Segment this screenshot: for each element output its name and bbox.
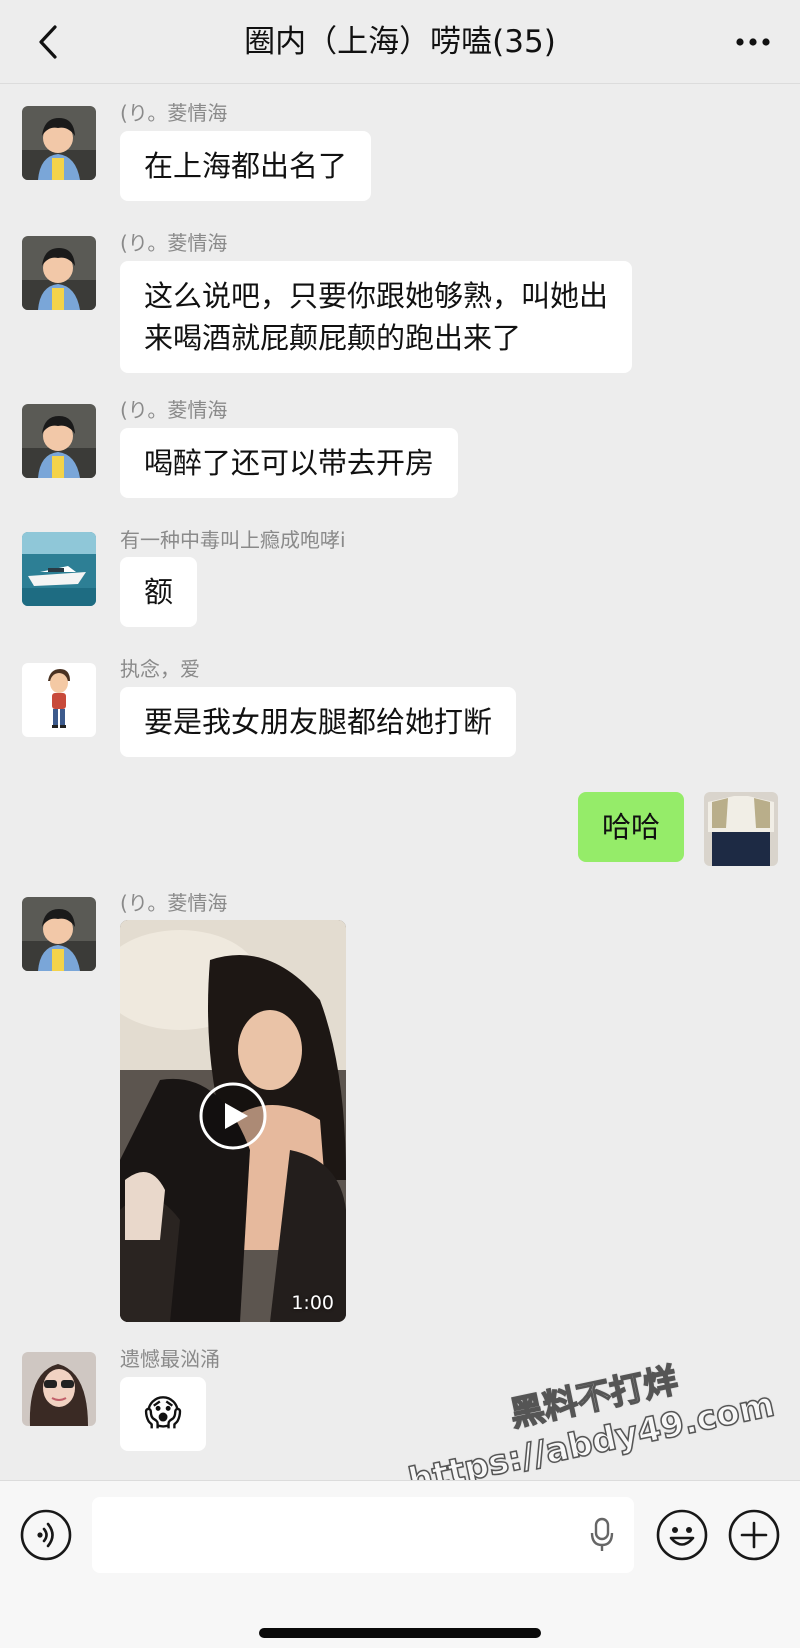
sender-name: 遗憾最汹涌 bbox=[120, 1347, 220, 1371]
avatar-boy[interactable] bbox=[22, 897, 96, 971]
message-bubble[interactable]: 喝醉了还可以带去开房 bbox=[120, 428, 459, 498]
avatar-cartoon[interactable] bbox=[22, 663, 96, 737]
home-indicator bbox=[259, 1628, 541, 1638]
avatar-boy[interactable] bbox=[22, 236, 96, 310]
avatar-yacht[interactable] bbox=[22, 532, 96, 606]
voice-button[interactable] bbox=[20, 1509, 72, 1561]
message-bubble[interactable]: 这么说吧，只要你跟她够熟，叫她出 来喝酒就屁颠屁颠的跑出来了 bbox=[120, 261, 633, 373]
avatar-boy[interactable] bbox=[22, 404, 96, 478]
sender-name: 有一种中毒叫上瘾成咆哮i bbox=[120, 528, 346, 552]
message-bubble[interactable]: 在上海都出名了 bbox=[120, 131, 372, 201]
sender-name: (り。菱情海 bbox=[120, 101, 228, 125]
message-bubble-self[interactable]: 哈哈 bbox=[578, 792, 685, 862]
plus-button[interactable] bbox=[728, 1509, 780, 1561]
video-duration: 1:00 bbox=[291, 1292, 334, 1314]
emoji-button[interactable] bbox=[656, 1509, 708, 1561]
voice-icon bbox=[20, 1509, 72, 1561]
message-bubble[interactable]: 要是我女朋友腿都给她打断 bbox=[120, 687, 517, 757]
sender-name: 执念，爱 bbox=[120, 657, 200, 681]
emoji-scream: 😱 bbox=[144, 1393, 182, 1434]
more-button[interactable] bbox=[730, 22, 776, 62]
sender-name: (り。菱情海 bbox=[120, 231, 228, 255]
play-icon[interactable] bbox=[198, 1081, 268, 1151]
plus-icon bbox=[728, 1509, 780, 1561]
avatar-self[interactable] bbox=[704, 792, 778, 866]
message-line: 这么说吧，只要你跟她够熟，叫她出 bbox=[144, 279, 609, 313]
avatar-girl[interactable] bbox=[22, 1352, 96, 1426]
chat-title: 圈内（上海）唠嗑(35) bbox=[244, 24, 556, 60]
message-bubble[interactable]: 😱 bbox=[120, 1377, 206, 1451]
message-line: 来喝酒就屁颠屁颠的跑出来了 bbox=[144, 321, 522, 355]
message-bubble[interactable]: 额 bbox=[120, 557, 198, 627]
avatar-boy[interactable] bbox=[22, 106, 96, 180]
sender-name: (り。菱情海 bbox=[120, 891, 228, 915]
emoji-icon bbox=[656, 1509, 708, 1561]
chat-header: 圈内（上海）唠嗑(35) bbox=[0, 0, 800, 84]
video-message[interactable]: 1:00 bbox=[120, 920, 346, 1322]
mic-icon[interactable] bbox=[590, 1517, 614, 1553]
message-input[interactable] bbox=[92, 1497, 634, 1573]
more-dots-icon bbox=[736, 38, 770, 46]
input-bar bbox=[0, 1480, 800, 1648]
sender-name: (り。菱情海 bbox=[120, 398, 228, 422]
